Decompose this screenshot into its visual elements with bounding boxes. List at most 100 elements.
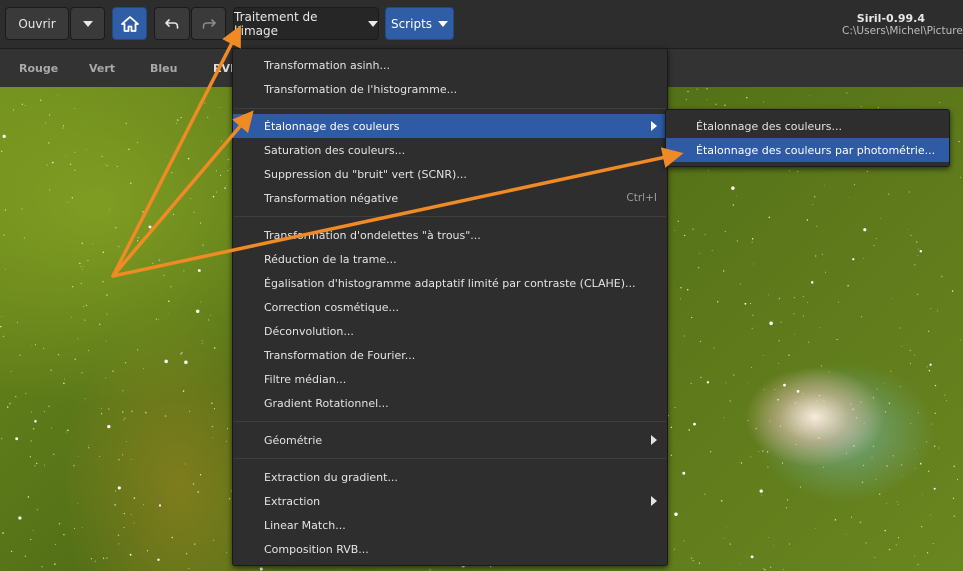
star	[934, 412, 936, 415]
star	[683, 540, 685, 542]
menu-item-clahe[interactable]: Égalisation d'histogramme adaptatif limi…	[233, 271, 667, 295]
star	[722, 537, 724, 539]
star	[930, 514, 932, 516]
menu-item-label: Transformation asinh...	[264, 58, 390, 72]
star	[0, 438, 3, 440]
star	[682, 471, 686, 475]
star	[763, 389, 765, 391]
menu-item-rotational-gradient[interactable]: Gradient Rotationnel...	[233, 391, 667, 415]
star	[130, 182, 132, 185]
star	[4, 209, 7, 211]
star	[71, 197, 73, 199]
star	[794, 402, 797, 404]
menu-item-median-filter[interactable]: Filtre médian...	[233, 367, 667, 391]
header-toolbar: Ouvrir Traitement de l'image Scripts Sir…	[0, 0, 963, 49]
menu-item-banding-reduction[interactable]: Réduction de la trame...	[233, 247, 667, 271]
star	[899, 386, 901, 388]
star	[7, 406, 9, 408]
menu-item-color-saturation[interactable]: Saturation des couleurs...	[233, 138, 667, 162]
star	[808, 95, 810, 97]
star	[79, 262, 81, 265]
star	[766, 451, 769, 453]
star	[930, 308, 932, 310]
star	[220, 140, 222, 142]
submenu-item-color-calibration[interactable]: Étalonnage des couleurs...	[666, 114, 949, 138]
open-button[interactable]: Ouvrir	[5, 7, 69, 40]
star	[175, 305, 177, 306]
star	[788, 170, 790, 172]
menu-item-linear-match[interactable]: Linear Match...	[233, 513, 667, 537]
star	[5, 268, 6, 270]
star	[777, 398, 779, 401]
star	[1, 150, 3, 152]
star	[890, 370, 892, 372]
home-button[interactable]	[112, 7, 147, 40]
star	[901, 346, 903, 347]
star	[860, 106, 862, 107]
app-title: Siril-0.99.4	[856, 12, 925, 25]
star	[211, 425, 214, 428]
menu-item-deconvolution[interactable]: Déconvolution...	[233, 319, 667, 343]
menu-item-asinh-transformation[interactable]: Transformation asinh...	[233, 53, 667, 77]
star	[731, 186, 735, 190]
star	[716, 301, 719, 303]
submenu-item-photometric-color-calibration[interactable]: Étalonnage des couleurs par photométrie.…	[666, 138, 949, 162]
star	[155, 318, 157, 320]
star	[15, 395, 17, 398]
star	[680, 286, 682, 289]
star	[21, 103, 24, 106]
star	[761, 494, 763, 496]
menu-item-scnr[interactable]: Suppression du "bruit" vert (SCNR)...	[233, 162, 667, 186]
menu-item-color-calibration[interactable]: Étalonnage des couleurs	[233, 114, 667, 138]
star	[959, 176, 961, 178]
star	[866, 170, 868, 172]
image-processing-menu-button[interactable]: Traitement de l'image	[233, 7, 379, 40]
menu-item-rgb-composition[interactable]: Composition RVB...	[233, 537, 667, 561]
star	[117, 486, 121, 490]
redo-button[interactable]	[191, 7, 226, 40]
star	[788, 354, 790, 356]
star	[64, 378, 65, 380]
star	[74, 169, 76, 171]
menu-item-histogram-transformation[interactable]: Transformation de l'histogramme...	[233, 77, 667, 101]
menu-item-cosmetic-correction[interactable]: Correction cosmétique...	[233, 295, 667, 319]
menu-item-extraction[interactable]: Extraction	[233, 489, 667, 513]
star	[158, 319, 160, 320]
star	[751, 237, 754, 240]
undo-button[interactable]	[154, 7, 190, 40]
star	[902, 476, 903, 477]
star	[863, 257, 865, 259]
star	[913, 555, 915, 557]
menu-item-label: Égalisation d'histogramme adaptatif limi…	[264, 276, 636, 290]
scripts-menu-button[interactable]: Scripts	[385, 7, 454, 40]
star	[884, 411, 887, 413]
open-menu-dropdown-button[interactable]	[70, 7, 105, 40]
tab-red[interactable]: Rouge	[19, 62, 58, 75]
tab-green[interactable]: Vert	[89, 62, 115, 75]
star	[30, 345, 32, 347]
menu-item-wavelets[interactable]: Transformation d'ondelettes "à trous"...	[233, 223, 667, 247]
menu-item-geometry[interactable]: Géométrie	[233, 428, 667, 452]
star	[219, 174, 222, 177]
star	[200, 301, 202, 303]
menu-item-negative-transformation[interactable]: Transformation négative Ctrl+I	[233, 186, 667, 210]
star	[898, 503, 899, 505]
star	[814, 528, 816, 529]
star	[115, 490, 117, 492]
star	[102, 280, 104, 283]
star	[87, 445, 89, 446]
star	[184, 360, 188, 364]
star	[747, 419, 749, 422]
tab-blue[interactable]: Bleu	[150, 62, 177, 75]
star	[853, 445, 855, 447]
star	[877, 107, 879, 108]
menu-item-fourier-transformation[interactable]: Transformation de Fourier...	[233, 343, 667, 367]
star	[806, 302, 808, 303]
star	[762, 568, 764, 570]
star	[216, 170, 218, 172]
star	[117, 534, 120, 536]
star	[192, 483, 195, 485]
menu-item-gradient-extraction[interactable]: Extraction du gradient...	[233, 465, 667, 489]
star	[846, 92, 848, 94]
star	[106, 164, 108, 166]
